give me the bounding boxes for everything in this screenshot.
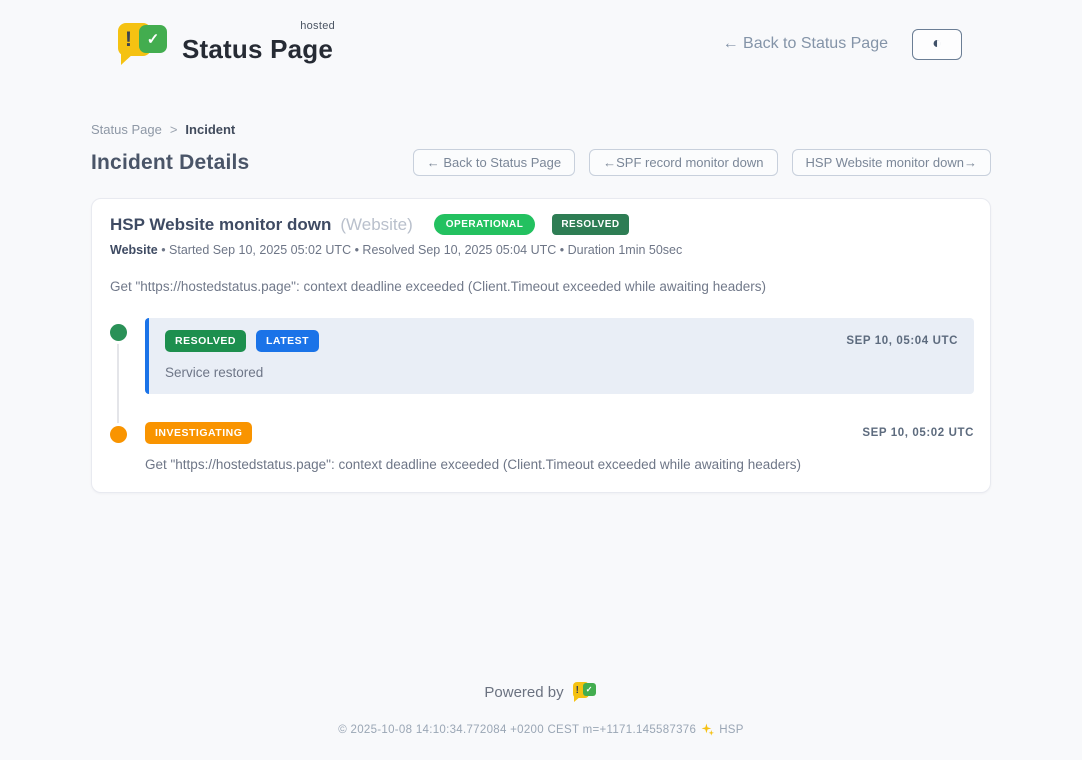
- back-to-status-page-button[interactable]: ← Back to Status Page: [413, 149, 575, 176]
- incident-timeline: RESOLVED LATEST SEP 10, 05:04 UTC Servic…: [110, 318, 974, 472]
- powered-by-label: Powered by: [484, 684, 563, 701]
- main-content: Status Page > Incident Incident Details …: [91, 74, 991, 493]
- incident-component-label: (Website): [340, 215, 412, 235]
- incident-description: Get "https://hostedstatus.page": context…: [110, 279, 974, 294]
- timeline-dot-green: [110, 324, 127, 341]
- breadcrumb-current: Incident: [185, 122, 235, 137]
- sparkles-icon: [701, 723, 714, 736]
- check-icon: ✓: [583, 683, 596, 696]
- brand-text: Status Page hosted: [182, 24, 333, 65]
- incident-meta-component: Website: [110, 243, 158, 257]
- next-incident-button[interactable]: HSP Website monitor down→: [792, 149, 991, 176]
- incident-title-row: HSP Website monitor down (Website) OPERA…: [110, 214, 974, 235]
- header-back-link[interactable]: ← Back to Status Page: [723, 35, 888, 53]
- timeline-timestamp: SEP 10, 05:04 UTC: [846, 335, 958, 347]
- brand-icon: ! ✓: [118, 21, 170, 67]
- copyright-suffix: HSP: [719, 724, 744, 736]
- brand-name: Status Page: [182, 34, 333, 64]
- footer: Powered by ! ✓ © 2025-10-08 14:10:34.772…: [0, 681, 1082, 760]
- previous-incident-button[interactable]: ←SPF record monitor down: [589, 149, 777, 176]
- page-title: Incident Details: [91, 151, 249, 175]
- incident-title: HSP Website monitor down: [110, 215, 331, 235]
- latest-badge: LATEST: [256, 330, 319, 352]
- copyright-text: © 2025-10-08 14:10:34.772084 +0200 CEST …: [338, 724, 696, 736]
- breadcrumb-separator: >: [170, 122, 178, 137]
- powered-by: Powered by ! ✓: [0, 681, 1082, 704]
- timeline-entry-plain: INVESTIGATING SEP 10, 05:02 UTC Get "htt…: [145, 420, 974, 472]
- heading-row: Incident Details ← Back to Status Page ←…: [91, 149, 991, 176]
- timeline-entry-resolved: RESOLVED LATEST SEP 10, 05:04 UTC Servic…: [110, 318, 974, 394]
- operational-status-badge: OPERATIONAL: [434, 214, 536, 235]
- incident-meta-details: • Started Sep 10, 2025 05:02 UTC • Resol…: [161, 243, 682, 257]
- brand-logo[interactable]: ! ✓ Status Page hosted: [118, 21, 333, 67]
- timeline-entry-card: RESOLVED LATEST SEP 10, 05:04 UTC Servic…: [145, 318, 974, 394]
- timeline-message: Service restored: [165, 365, 958, 380]
- timeline-dot-orange: [110, 426, 127, 443]
- timeline-message: Get "https://hostedstatus.page": context…: [145, 457, 974, 472]
- theme-toggle-button[interactable]: ◐: [912, 29, 962, 60]
- timeline-timestamp: SEP 10, 05:02 UTC: [862, 427, 974, 439]
- brand-icon[interactable]: ! ✓: [573, 681, 598, 704]
- investigating-badge: INVESTIGATING: [145, 422, 252, 444]
- header: ! ✓ Status Page hosted ← Back to Status …: [0, 0, 1082, 74]
- resolved-status-badge: RESOLVED: [552, 214, 628, 235]
- resolved-badge: RESOLVED: [165, 330, 246, 352]
- incident-meta: Website • Started Sep 10, 2025 05:02 UTC…: [110, 243, 974, 257]
- incident-nav-buttons: ← Back to Status Page ←SPF record monito…: [413, 149, 991, 176]
- header-right: ← Back to Status Page ◐: [723, 29, 962, 60]
- timeline-entry-investigating: INVESTIGATING SEP 10, 05:02 UTC Get "htt…: [110, 420, 974, 472]
- breadcrumb: Status Page > Incident: [91, 122, 991, 137]
- brand-hosted-label: hosted: [300, 20, 335, 32]
- copyright-line: © 2025-10-08 14:10:34.772084 +0200 CEST …: [0, 723, 1082, 736]
- incident-card: HSP Website monitor down (Website) OPERA…: [91, 198, 991, 493]
- check-icon: ✓: [139, 25, 167, 53]
- breadcrumb-root[interactable]: Status Page: [91, 122, 162, 137]
- half-circle-icon: ◐: [932, 35, 942, 53]
